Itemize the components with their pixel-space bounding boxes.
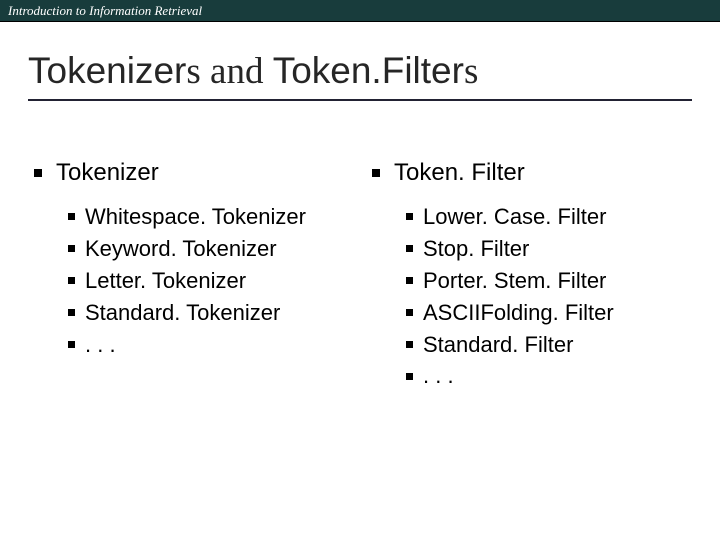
title-suffix-1: s bbox=[186, 51, 200, 92]
title-word-1: Tokenizer bbox=[28, 50, 186, 91]
item-text: Keyword. Tokenizer bbox=[85, 233, 277, 265]
list-item: Standard. Filter bbox=[406, 329, 686, 361]
item-text: ASCIIFolding. Filter bbox=[423, 297, 614, 329]
square-bullet-icon bbox=[68, 213, 75, 220]
right-column: Token. Filter Lower. Case. Filter Stop. … bbox=[372, 159, 686, 392]
item-text: Standard. Filter bbox=[423, 329, 573, 361]
square-bullet-icon bbox=[406, 213, 413, 220]
title-underline bbox=[28, 99, 692, 101]
item-text: Stop. Filter bbox=[423, 233, 529, 265]
square-bullet-icon bbox=[68, 277, 75, 284]
item-text: Whitespace. Tokenizer bbox=[85, 201, 306, 233]
item-text: Lower. Case. Filter bbox=[423, 201, 606, 233]
slide: Introduction to Information Retrieval To… bbox=[0, 0, 720, 540]
item-text: Letter. Tokenizer bbox=[85, 265, 246, 297]
right-heading-text: Token. Filter bbox=[394, 159, 525, 187]
list-item: Standard. Tokenizer bbox=[68, 297, 348, 329]
list-item: ASCIIFolding. Filter bbox=[406, 297, 686, 329]
list-item: . . . bbox=[68, 329, 348, 361]
list-item: Stop. Filter bbox=[406, 233, 686, 265]
item-text: Porter. Stem. Filter bbox=[423, 265, 606, 297]
left-heading-text: Tokenizer bbox=[56, 159, 159, 187]
list-item: . . . bbox=[406, 360, 686, 392]
course-label: Introduction to Information Retrieval bbox=[8, 3, 202, 19]
title-suffix-2: s bbox=[464, 51, 478, 92]
item-text: . . . bbox=[85, 329, 116, 361]
left-list: Whitespace. Tokenizer Keyword. Tokenizer… bbox=[34, 201, 348, 360]
list-item: Porter. Stem. Filter bbox=[406, 265, 686, 297]
title-word-2: Token.Filter bbox=[273, 50, 464, 91]
list-item: Letter. Tokenizer bbox=[68, 265, 348, 297]
square-bullet-icon bbox=[372, 169, 380, 177]
right-list: Lower. Case. Filter Stop. Filter Porter.… bbox=[372, 201, 686, 392]
square-bullet-icon bbox=[406, 277, 413, 284]
square-bullet-icon bbox=[34, 169, 42, 177]
square-bullet-icon bbox=[406, 309, 413, 316]
list-item: Whitespace. Tokenizer bbox=[68, 201, 348, 233]
square-bullet-icon bbox=[406, 373, 413, 380]
left-column: Tokenizer Whitespace. Tokenizer Keyword.… bbox=[34, 159, 348, 392]
slide-title: Tokenizers and Token.Filters bbox=[28, 50, 692, 93]
square-bullet-icon bbox=[68, 309, 75, 316]
item-text: . . . bbox=[423, 360, 454, 392]
square-bullet-icon bbox=[406, 245, 413, 252]
title-conj: and bbox=[201, 51, 273, 92]
header-bar: Introduction to Information Retrieval bbox=[0, 0, 720, 22]
square-bullet-icon bbox=[68, 245, 75, 252]
list-item: Keyword. Tokenizer bbox=[68, 233, 348, 265]
right-heading: Token. Filter bbox=[372, 159, 686, 187]
left-heading: Tokenizer bbox=[34, 159, 348, 187]
square-bullet-icon bbox=[406, 341, 413, 348]
title-area: Tokenizers and Token.Filters bbox=[0, 50, 720, 111]
square-bullet-icon bbox=[68, 341, 75, 348]
body-columns: Tokenizer Whitespace. Tokenizer Keyword.… bbox=[0, 111, 720, 392]
item-text: Standard. Tokenizer bbox=[85, 297, 280, 329]
list-item: Lower. Case. Filter bbox=[406, 201, 686, 233]
